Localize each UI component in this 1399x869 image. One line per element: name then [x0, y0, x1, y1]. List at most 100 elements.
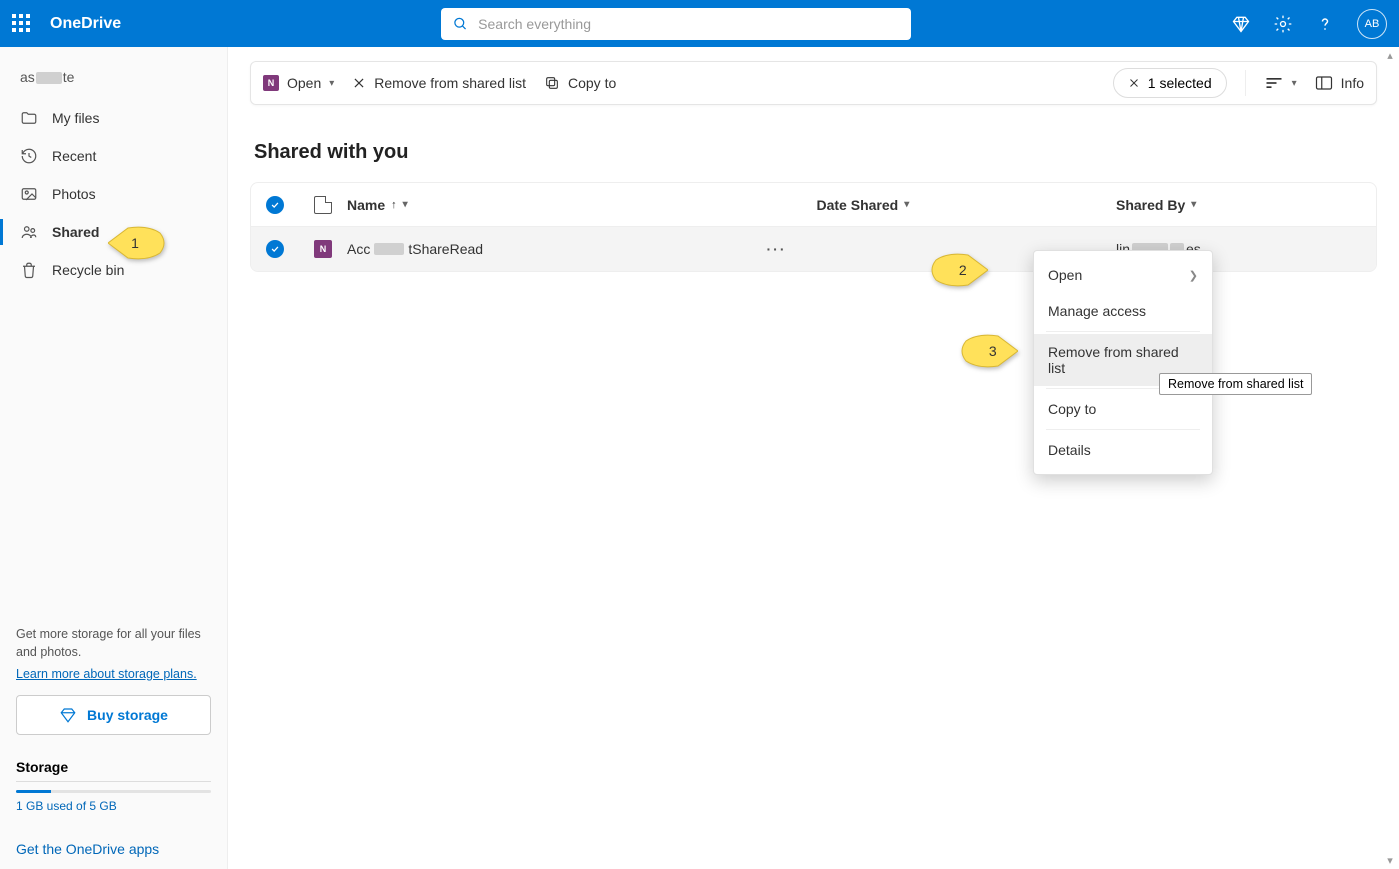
chevron-down-icon: ▾	[329, 78, 334, 89]
open-button[interactable]: N Open ▾	[263, 75, 334, 91]
app-launcher-icon[interactable]	[12, 14, 32, 34]
copy-icon	[544, 75, 560, 91]
file-type-column-icon	[314, 196, 332, 214]
search-box[interactable]	[441, 8, 911, 40]
close-icon	[352, 76, 366, 90]
chevron-down-icon: ▾	[1292, 78, 1297, 89]
file-name-suffix: tShareRead	[408, 241, 483, 257]
sort-asc-icon: ↑	[391, 199, 397, 211]
select-all-toggle[interactable]	[266, 196, 284, 214]
ctx-copy-label: Copy to	[1048, 401, 1096, 417]
trash-icon	[20, 261, 38, 279]
search-input[interactable]	[478, 16, 899, 32]
ctx-manage-access[interactable]: Manage access	[1034, 293, 1212, 329]
chevron-down-icon: ▾	[1191, 199, 1196, 210]
nav-my-files[interactable]: My files	[0, 99, 227, 137]
annotation-callout-3: 3	[958, 333, 1018, 369]
brand-label[interactable]: OneDrive	[50, 15, 121, 33]
cmd-right: ▾ Info	[1264, 75, 1364, 91]
ctx-remove-label: Remove from shared list	[1048, 344, 1198, 376]
tenant-prefix: as	[20, 69, 35, 85]
menu-separator	[1046, 331, 1200, 332]
ctx-copy-to[interactable]: Copy to	[1034, 391, 1212, 427]
remove-label: Remove from shared list	[374, 75, 526, 91]
search-icon	[453, 16, 468, 32]
tenant-suffix: te	[63, 69, 75, 85]
sidebar-footer: Get more storage for all your files and …	[0, 626, 227, 857]
buy-storage-button[interactable]: Buy storage	[16, 695, 211, 735]
storage-plans-link[interactable]: Learn more about storage plans.	[16, 667, 197, 681]
info-button[interactable]: Info	[1315, 75, 1364, 91]
scroll-down-icon[interactable]: ▾	[1383, 853, 1397, 867]
col-name[interactable]: Name ↑ ▾	[347, 197, 647, 213]
folder-icon	[20, 109, 38, 127]
nav-label: Recent	[52, 148, 96, 164]
account-avatar[interactable]: AB	[1357, 9, 1387, 39]
ctx-details[interactable]: Details	[1034, 432, 1212, 468]
tooltip: Remove from shared list	[1159, 373, 1312, 395]
file-name[interactable]: Acc tShareRead	[347, 241, 647, 257]
storage-note: Get more storage for all your files and …	[16, 626, 211, 661]
onenote-file-icon: N	[314, 240, 332, 258]
nav-recent[interactable]: Recent	[0, 137, 227, 175]
nav-shared[interactable]: Shared	[0, 213, 227, 251]
buy-storage-label: Buy storage	[87, 707, 168, 723]
tenant-label: as te	[0, 63, 227, 99]
chevron-down-icon: ▾	[904, 199, 909, 210]
copy-label: Copy to	[568, 75, 616, 91]
remove-shared-button[interactable]: Remove from shared list	[352, 75, 526, 91]
annotation-number: 3	[989, 343, 997, 359]
context-menu: Open ❯ Manage access Remove from shared …	[1033, 250, 1213, 475]
more-actions-button[interactable]: ···	[767, 241, 787, 257]
chevron-right-icon: ❯	[1189, 269, 1198, 282]
open-label: Open	[287, 75, 321, 91]
get-apps-link[interactable]: Get the OneDrive apps	[16, 841, 211, 857]
sort-button[interactable]: ▾	[1264, 75, 1297, 91]
storage-bar	[16, 790, 211, 793]
help-icon[interactable]	[1315, 14, 1335, 34]
nav-photos[interactable]: Photos	[0, 175, 227, 213]
nav-label: Shared	[52, 224, 99, 240]
col-by-label: Shared By	[1116, 197, 1185, 213]
redacted-text	[374, 243, 404, 255]
shared-icon	[20, 223, 38, 241]
ctx-open[interactable]: Open ❯	[1034, 257, 1212, 293]
premium-icon	[59, 706, 77, 724]
row-select-toggle[interactable]	[266, 240, 284, 258]
storage-used-link[interactable]: 1 GB used of 5 GB	[16, 799, 211, 813]
ctx-manage-label: Manage access	[1048, 303, 1146, 319]
nav-recycle-bin[interactable]: Recycle bin	[0, 251, 227, 289]
onenote-icon: N	[263, 75, 279, 91]
col-date-label: Date Shared	[817, 197, 899, 213]
nav-label: Recycle bin	[52, 262, 124, 278]
page-title: Shared with you	[254, 141, 1377, 164]
col-name-label: Name	[347, 197, 385, 213]
nav-label: My files	[52, 110, 99, 126]
main-area: N Open ▾ Remove from shared list Copy to…	[228, 47, 1399, 869]
photos-icon	[20, 185, 38, 203]
search-wrap	[139, 8, 1213, 40]
storage-heading: Storage	[16, 759, 211, 782]
row-actions: ···	[647, 241, 817, 257]
header-actions: AB	[1231, 9, 1387, 39]
premium-icon[interactable]	[1231, 14, 1251, 34]
col-shared-by[interactable]: Shared By ▾	[1116, 197, 1376, 213]
selection-pill[interactable]: 1 selected	[1113, 68, 1227, 98]
info-pane-icon	[1315, 75, 1333, 91]
settings-icon[interactable]	[1273, 14, 1293, 34]
nav-list: My files Recent Photos Shared Recycle bi…	[0, 99, 227, 289]
ctx-details-label: Details	[1048, 442, 1091, 458]
scroll-up-icon[interactable]: ▴	[1383, 48, 1397, 62]
top-bar: OneDrive AB	[0, 0, 1399, 47]
table-header: Name ↑ ▾ Date Shared ▾ Shared By ▾	[251, 183, 1376, 227]
copy-to-button[interactable]: Copy to	[544, 75, 616, 91]
recent-icon	[20, 147, 38, 165]
redacted-text	[36, 72, 62, 84]
file-name-prefix: Acc	[347, 241, 370, 257]
close-icon	[1128, 77, 1140, 89]
menu-separator	[1046, 429, 1200, 430]
chevron-down-icon: ▾	[403, 199, 408, 210]
col-date-shared[interactable]: Date Shared ▾	[817, 197, 1117, 213]
sort-icon	[1264, 75, 1284, 91]
selection-label: 1 selected	[1148, 75, 1212, 91]
